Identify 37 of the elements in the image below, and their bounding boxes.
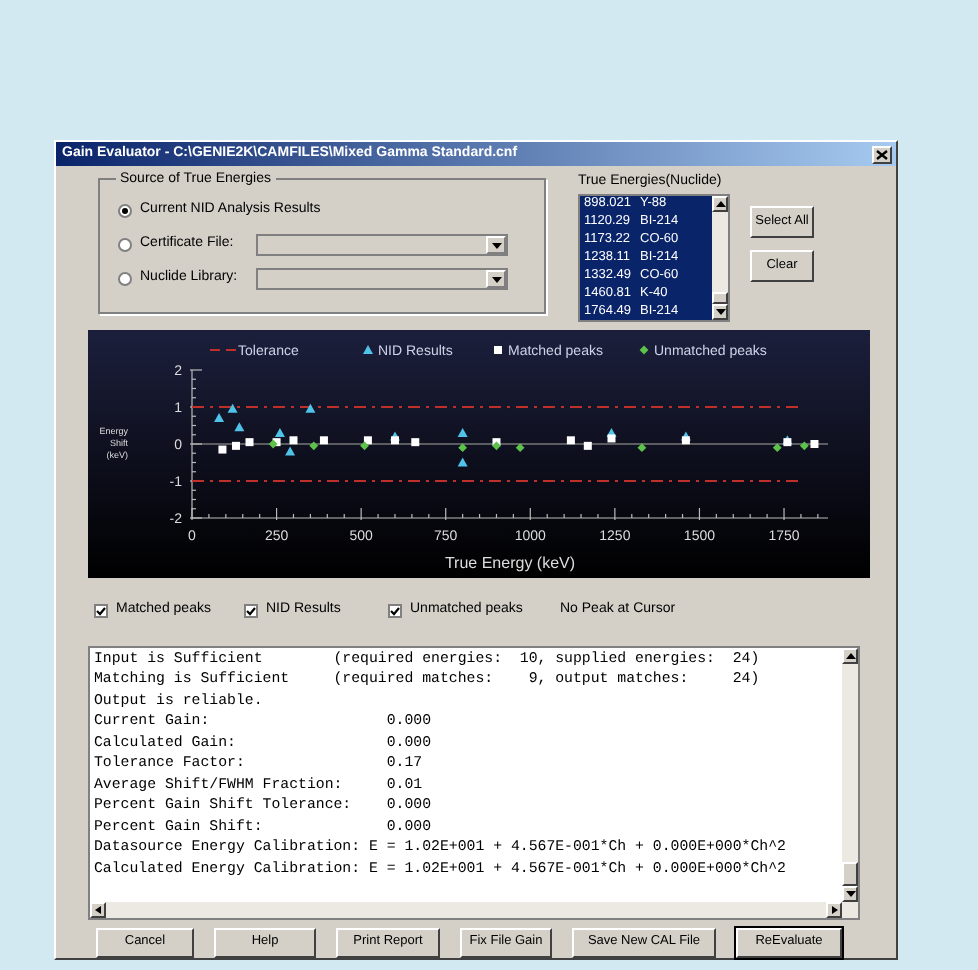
scroll-thumb[interactable]: [712, 291, 728, 303]
dropdown-arrow-icon: [491, 275, 501, 283]
data-point: [234, 421, 245, 431]
data-point: [218, 444, 227, 453]
data-point: [515, 442, 525, 452]
data-point: [458, 442, 468, 452]
check-icon: [390, 606, 400, 616]
data-point: [637, 442, 647, 452]
scroll-down-icon: [715, 307, 725, 315]
data-point: [305, 402, 316, 412]
scrollbar[interactable]: [842, 647, 858, 901]
data-point: [566, 435, 575, 444]
scroll-up-icon: [845, 651, 855, 659]
scroll-up-icon: [715, 199, 725, 207]
check-icon: [96, 606, 106, 616]
data-point: [457, 426, 468, 436]
checkbox[interactable]: [244, 604, 258, 618]
x-axis-title: True Energy (keV): [444, 553, 576, 571]
data-point: [232, 440, 240, 449]
close-icon: [876, 149, 888, 159]
close-button[interactable]: [872, 145, 892, 163]
scroll-right-icon: [829, 905, 839, 913]
scroll-down-icon: [845, 889, 855, 897]
scroll-left-icon: [93, 905, 103, 913]
checkbox[interactable]: [388, 604, 402, 618]
checkbox[interactable]: [94, 604, 108, 618]
dropdown-arrow-icon: [491, 241, 501, 249]
check-icon: [246, 606, 256, 616]
scroll-thumb[interactable]: [842, 861, 858, 885]
scrollbar[interactable]: [90, 901, 858, 917]
scrollbar[interactable]: [712, 195, 728, 319]
radio-button[interactable]: [118, 204, 132, 218]
data-point: [457, 456, 468, 466]
legend-marker: [209, 348, 237, 350]
data-point: [245, 437, 254, 446]
data-point: [583, 440, 592, 449]
data-point: [411, 437, 420, 446]
